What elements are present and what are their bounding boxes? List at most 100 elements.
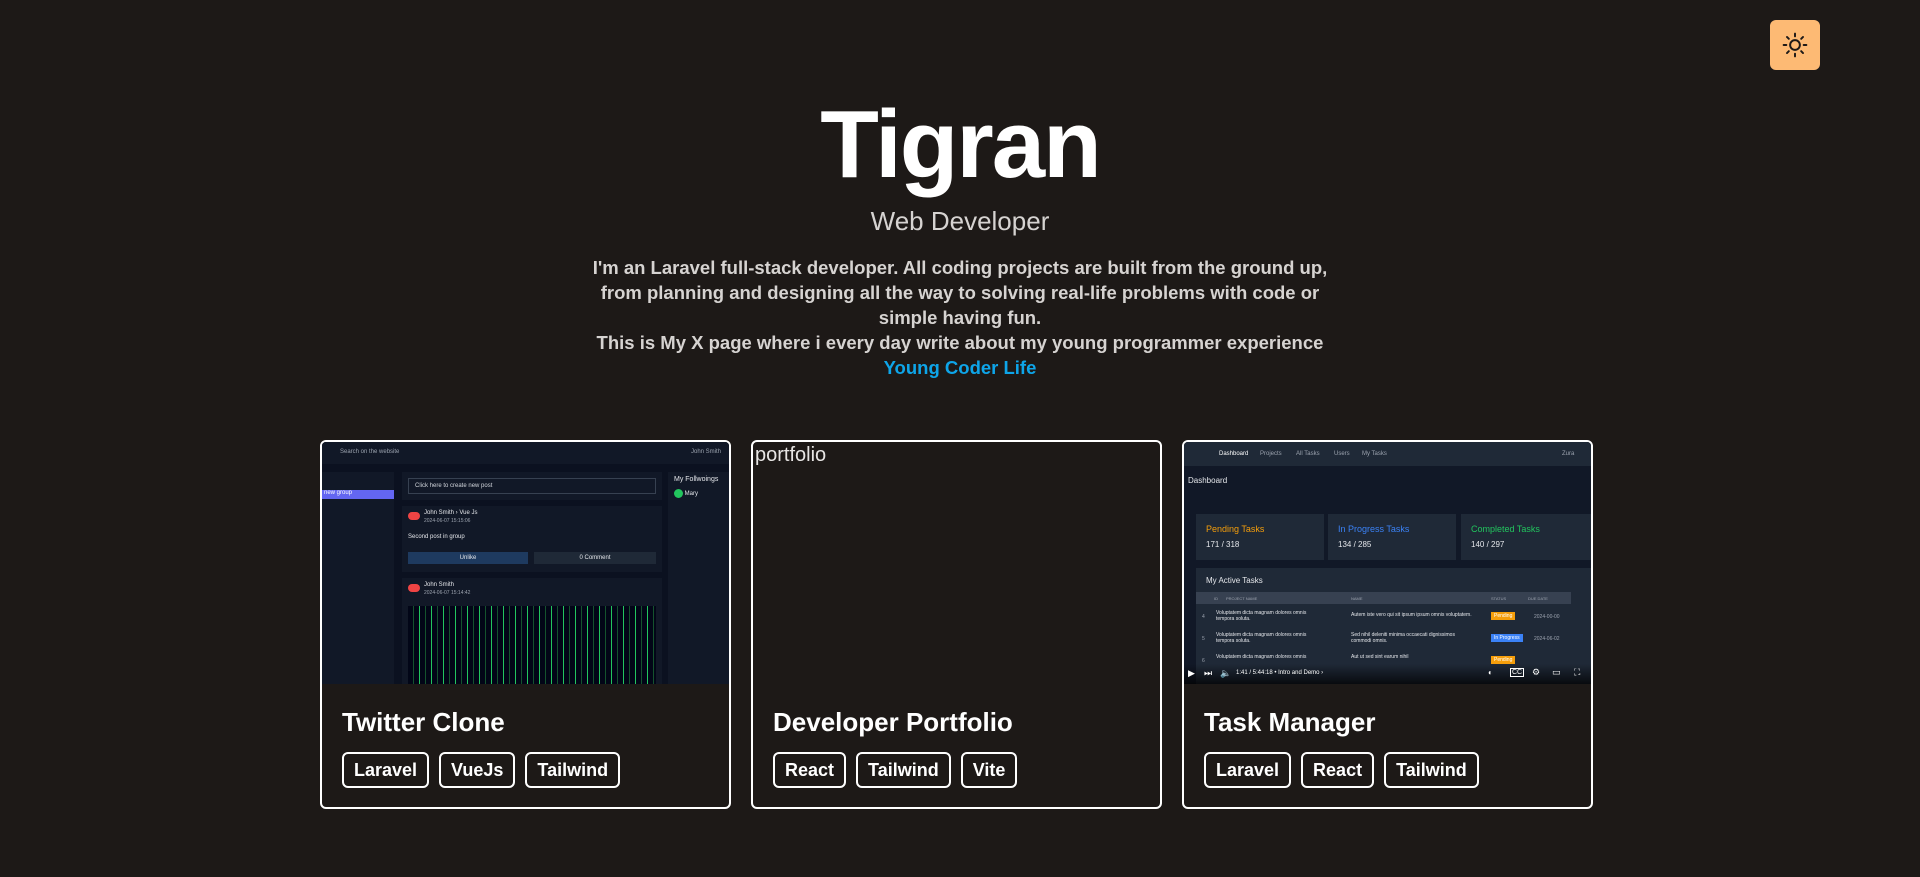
bio-x-text: This is My X page where i every day writ… <box>596 332 1324 353</box>
mock-nav-item: Dashboard <box>1219 451 1249 457</box>
mock-stat-value: 134 / 285 <box>1338 540 1372 549</box>
mock-cell: Voluptatem dicta magnam dolores omnis <box>1216 654 1307 660</box>
mock-col: NAME <box>1351 596 1363 601</box>
theater-icon: ▭ <box>1552 667 1561 677</box>
bio-text: I'm an Laravel full-stack developer. All… <box>592 257 1328 328</box>
mock-post-image <box>408 606 656 684</box>
mock-user: Zura <box>1562 451 1575 457</box>
mock-nav-item: All Tasks <box>1296 451 1320 457</box>
mock-stat-card: In Progress Tasks 134 / 285 <box>1328 514 1456 560</box>
mock-navbar: Dashboard Projects All Tasks Users My Ta… <box>1184 442 1591 466</box>
mock-following-name: Mary <box>684 491 699 498</box>
mock-table-header: ID PROJECT NAME NAME STATUS DUE DATE <box>1196 592 1571 604</box>
mock-stat-label: Completed Tasks <box>1471 524 1540 534</box>
mock-group: new group <box>322 490 394 499</box>
mock-comment-label: Comment <box>584 555 611 561</box>
project-card-twitter-clone[interactable]: Search on the website John Smith new gro… <box>320 440 731 809</box>
project-tags: Laravel VueJs Tailwind <box>342 752 621 788</box>
hero-name: Tigran <box>820 91 1102 198</box>
sun-icon <box>1782 32 1808 58</box>
mock-post-date: 2024-06-07 15:15:06 <box>424 518 471 524</box>
status-badge: Pending <box>1491 612 1516 620</box>
tech-tag: Vite <box>960 752 1018 788</box>
mock-cell: Aut ut sed sint earum nihil <box>1351 654 1409 660</box>
video-time: 1:41 / 5:44:18 • Intro and Demo › <box>1236 670 1324 676</box>
mock-cell: Voluptatem dicta magnam dolores omnis te… <box>1216 610 1307 622</box>
mock-nav-item: Users <box>1334 451 1350 457</box>
mock-post-2: John Smith 2024-06-07 15:14:42 <box>402 578 662 684</box>
hero-subtitle: Web Developer <box>870 206 1050 236</box>
mock-nav-item: My Tasks <box>1362 451 1387 457</box>
tech-tag: Tailwind <box>1384 752 1479 788</box>
project-thumbnail: Dashboard Projects All Tasks Users My Ta… <box>1184 442 1591 684</box>
project-tags: React Tailwind Vite <box>773 752 1018 788</box>
status-badge: Pending <box>1491 656 1516 664</box>
play-icon: ▶ <box>1188 668 1195 678</box>
mock-nav-item: Projects <box>1260 451 1282 457</box>
fullscreen-icon: ⛶ <box>1574 667 1581 677</box>
mock-post-body: Second post in group <box>408 534 465 540</box>
hero-section: Tigran Web Developer I'm an Laravel full… <box>0 90 1920 380</box>
mock-cell: 2024-00-00 <box>1534 614 1560 620</box>
mock-search: Search on the website <box>340 449 400 455</box>
captions-icon: CC <box>1510 668 1525 677</box>
settings-icon: ⚙ <box>1532 667 1541 677</box>
tech-tag: Tailwind <box>525 752 621 788</box>
mock-post-author: John Smith › Vue Js <box>424 510 478 516</box>
tech-tag: React <box>1301 752 1375 788</box>
mock-post-1: John Smith › Vue Js 2024-06-07 15:15:06 … <box>402 506 662 572</box>
project-tags: Laravel React Tailwind <box>1204 752 1479 788</box>
tech-tag: React <box>773 752 847 788</box>
x-page-link[interactable]: Young Coder Life <box>884 355 1037 380</box>
mock-create-post: Click here to create new post <box>402 472 662 500</box>
mock-cell: 2024-06-02 <box>1534 636 1560 642</box>
mock-comment-button: 0 Comment <box>534 552 656 564</box>
mock-post-date: 2024-06-07 15:14:42 <box>424 590 471 596</box>
mock-cell: 5 <box>1202 636 1205 642</box>
volume-icon: 🔈 <box>1220 668 1232 678</box>
table-row: 5 Voluptatem dicta magnam dolores omnis … <box>1196 630 1591 650</box>
project-title: Task Manager <box>1204 707 1376 737</box>
mock-stat-label: Pending Tasks <box>1206 524 1265 534</box>
mock-col: STATUS <box>1491 596 1507 601</box>
mock-following-item: Mary <box>674 489 727 498</box>
video-controls: ▶ ⏭ 🔈 1:41 / 5:44:18 • Intro and Demo › … <box>1184 664 1591 684</box>
mock-followings: My Follwoings Mary <box>668 472 729 684</box>
mock-post-author: John Smith <box>424 582 455 588</box>
mock-stat-card: Pending Tasks 171 / 318 <box>1196 514 1324 560</box>
project-title: Twitter Clone <box>342 707 505 737</box>
mock-sidebar: new group <box>322 472 394 684</box>
broken-image-alt: portfolio <box>755 444 827 466</box>
projects-grid: Search on the website John Smith new gro… <box>320 440 1593 809</box>
mock-avatar <box>408 584 420 592</box>
mock-stat-label: In Progress Tasks <box>1338 524 1410 534</box>
mock-active-title: My Active Tasks <box>1206 576 1263 585</box>
tech-tag: VueJs <box>439 752 516 788</box>
mock-user: John Smith <box>690 449 721 455</box>
hero-bio: I'm an Laravel full-stack developer. All… <box>590 255 1330 380</box>
project-thumbnail: portfolio <box>753 442 1160 684</box>
project-thumbnail: Search on the website John Smith new gro… <box>322 442 729 684</box>
mock-unlike-button: Unlike <box>408 552 528 564</box>
mock-cell: Sed nihil deleniti minima occaecati dign… <box>1351 632 1455 644</box>
mock-col: PROJECT NAME <box>1226 596 1258 601</box>
project-title: Developer Portfolio <box>773 707 1013 737</box>
tech-tag: Laravel <box>342 752 430 788</box>
theme-toggle-button[interactable] <box>1770 20 1820 70</box>
status-badge: In Progress <box>1491 634 1523 642</box>
table-row: 4 Voluptatem dicta magnam dolores omnis … <box>1196 608 1591 628</box>
mock-avatar <box>674 489 683 498</box>
mock-avatar <box>408 512 420 520</box>
project-card-developer-portfolio[interactable]: portfolio Developer Portfolio React Tail… <box>751 440 1162 809</box>
mock-heading: Dashboard <box>1188 476 1228 485</box>
project-card-task-manager[interactable]: Dashboard Projects All Tasks Users My Ta… <box>1182 440 1593 809</box>
mock-create-post-label: Click here to create new post <box>408 478 656 494</box>
mock-topbar: Search on the website John Smith <box>322 442 729 464</box>
mock-col: DUE DATE <box>1528 596 1548 601</box>
mock-comment-count: 0 <box>579 555 583 561</box>
mock-cell: Voluptatem dicta magnam dolores omnis te… <box>1216 632 1307 644</box>
mock-col: ID <box>1214 596 1218 601</box>
mock-stat-value: 171 / 318 <box>1206 540 1240 549</box>
mock-cell: Autem iste vero qui sit ipsum ipsum omni… <box>1351 612 1472 618</box>
autoplay-icon: ◐ <box>1488 668 1493 677</box>
